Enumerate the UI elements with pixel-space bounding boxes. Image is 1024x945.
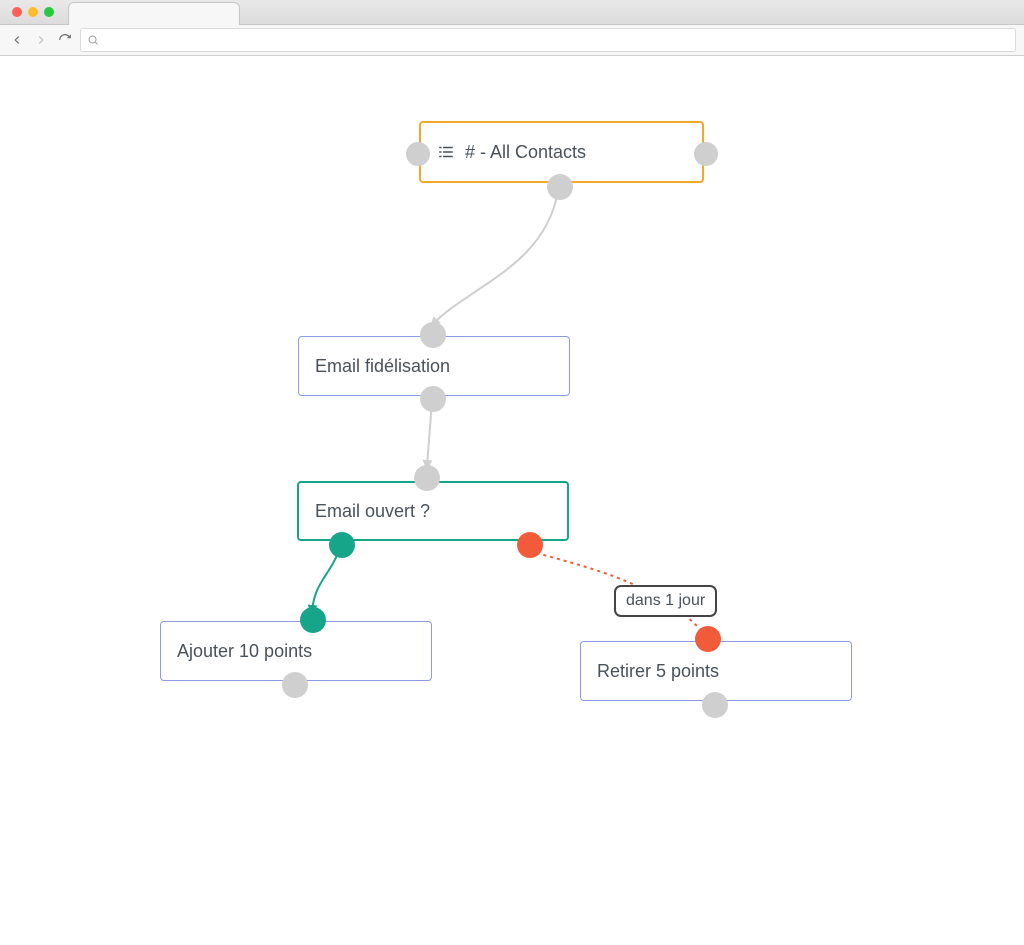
node-port-bottom[interactable] xyxy=(282,672,308,698)
node-port-top[interactable] xyxy=(420,322,446,348)
search-icon xyxy=(87,34,99,46)
browser-tab[interactable] xyxy=(68,2,240,25)
node-port-yes[interactable] xyxy=(329,532,355,558)
node-port-top[interactable] xyxy=(695,626,721,652)
node-port-left[interactable] xyxy=(406,142,430,166)
list-icon xyxy=(437,143,455,161)
node-add-points-label: Ajouter 10 points xyxy=(177,641,312,662)
node-port-bottom[interactable] xyxy=(420,386,446,412)
node-port-right[interactable] xyxy=(694,142,718,166)
window-minimize-button[interactable] xyxy=(28,7,38,17)
forward-button[interactable] xyxy=(32,31,50,49)
delay-label[interactable]: dans 1 jour xyxy=(614,585,717,617)
browser-chrome xyxy=(0,0,1024,56)
back-button[interactable] xyxy=(8,31,26,49)
node-port-bottom[interactable] xyxy=(547,174,573,200)
window-zoom-button[interactable] xyxy=(44,7,54,17)
browser-tabs-strip xyxy=(0,0,1024,25)
node-port-no[interactable] xyxy=(517,532,543,558)
node-remove-points-label: Retirer 5 points xyxy=(597,661,719,682)
reload-button[interactable] xyxy=(56,31,74,49)
node-port-top[interactable] xyxy=(414,465,440,491)
workflow-canvas[interactable]: # - All Contacts Email fidélisation Emai… xyxy=(0,56,1024,945)
node-condition-label: Email ouvert ? xyxy=(315,501,430,522)
window-close-button[interactable] xyxy=(12,7,22,17)
node-port-top[interactable] xyxy=(300,607,326,633)
address-bar[interactable] xyxy=(80,28,1016,52)
node-port-bottom[interactable] xyxy=(702,692,728,718)
node-source-label: # - All Contacts xyxy=(465,142,586,163)
node-email-label: Email fidélisation xyxy=(315,356,450,377)
delay-label-text: dans 1 jour xyxy=(626,592,705,609)
browser-toolbar xyxy=(0,25,1024,56)
